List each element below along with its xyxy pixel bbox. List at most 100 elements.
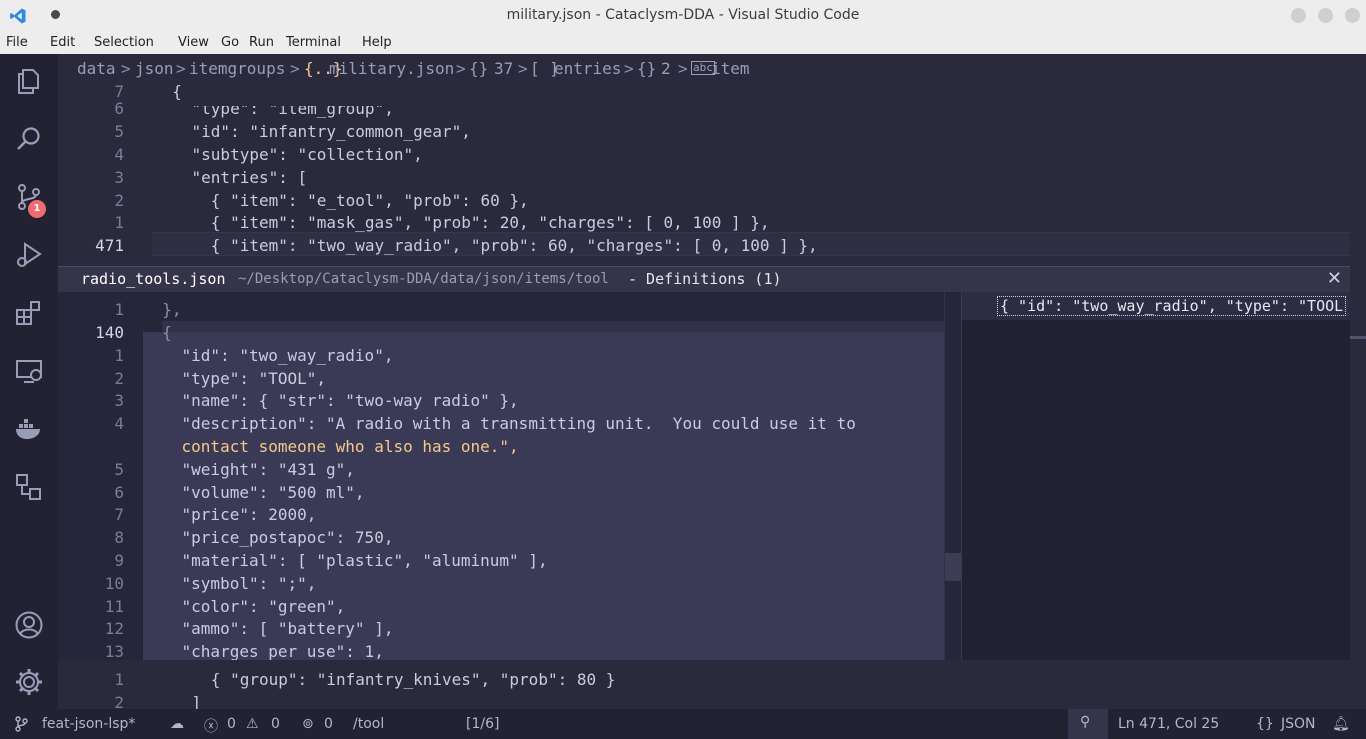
code-line: "symbol": ";", — [143, 574, 317, 593]
peek-editor[interactable]: 1 140 1 2 3 4 5 6 7 8 9 10 11 12 13 }, {… — [58, 292, 944, 660]
chevron-right-icon: > — [624, 59, 634, 78]
reference-text: { "id": "two_way_radio", "type": "TOOL — [997, 296, 1347, 316]
remote-explorer-icon[interactable] — [14, 356, 44, 386]
activity-bar: 1 — [0, 54, 58, 709]
menu-view[interactable]: View — [178, 35, 209, 50]
peek-scrollbar[interactable] — [944, 292, 961, 660]
line-number: 11 — [104, 597, 124, 616]
object-icon: {} — [637, 59, 657, 78]
peek-file-name[interactable]: radio_tools.json — [81, 270, 226, 288]
ports-count[interactable]: 0 — [324, 716, 333, 732]
line-number: 9 — [114, 551, 124, 570]
code-line: { "item": "mask_gas", "prob": 20, "charg… — [153, 213, 770, 232]
breadcrumb-entries[interactable]: entries — [554, 59, 621, 78]
menu-help[interactable]: Help — [362, 35, 392, 50]
peek-label: - Definitions (1) — [628, 270, 782, 288]
code-line: "id": "infantry_common_gear", — [153, 122, 471, 141]
breadcrumb-data[interactable]: data — [77, 59, 116, 78]
breadcrumb-json[interactable]: json — [135, 59, 174, 78]
code-line: "type": "TOOL", — [143, 369, 327, 388]
chevron-right-icon: > — [678, 59, 688, 78]
title-bar: military.json - Cataclysm-DDA - Visual S… — [0, 0, 1366, 32]
chevron-right-icon: > — [121, 59, 131, 78]
menu-bar: File Edit Selection View Go Run Terminal… — [0, 32, 1366, 54]
account-icon[interactable] — [14, 610, 44, 640]
code-line: "price": 2000, — [143, 505, 317, 524]
code-line: "type": "item_group", — [153, 99, 394, 118]
git-branch-label[interactable]: feat-json-lsp* — [42, 716, 135, 732]
breadcrumb: data > json > itemgroups > {..} military… — [58, 54, 1366, 82]
menu-run[interactable]: Run — [249, 35, 274, 50]
explorer-icon[interactable] — [14, 66, 44, 96]
docker-icon[interactable] — [14, 414, 44, 444]
line-number: 5 — [114, 122, 124, 141]
breadcrumb-file[interactable]: military.json — [329, 59, 454, 78]
menu-file[interactable]: File — [6, 35, 28, 50]
line-number: 6 — [114, 483, 124, 502]
line-number: 1 — [114, 300, 124, 319]
line-number: 5 — [114, 460, 124, 479]
reference-item[interactable]: { "id": "two_way_radio", "type": "TOOL — [962, 292, 1350, 320]
json-outline-icon[interactable] — [14, 472, 44, 502]
code-line: contact someone who also has one.", — [143, 437, 519, 456]
source-control-badge: 1 — [28, 200, 46, 218]
maximize-button[interactable] — [1318, 8, 1333, 23]
breadcrumb-index[interactable]: 37 — [494, 59, 513, 78]
minimize-button[interactable] — [1291, 8, 1306, 23]
warning-icon: ⚠ — [246, 716, 259, 732]
zoom-icon: ⚲ — [1080, 714, 1091, 730]
error-count[interactable]: 0 — [227, 716, 236, 732]
settings-gear-icon[interactable] — [14, 667, 44, 697]
extensions-icon[interactable] — [14, 298, 44, 328]
chevron-right-icon: > — [518, 59, 528, 78]
code-line: "id": "two_way_radio", — [143, 346, 394, 365]
search-icon[interactable] — [14, 124, 44, 154]
line-number: 1 — [114, 213, 124, 232]
breadcrumb-itemgroups[interactable]: itemgroups — [189, 59, 285, 78]
notifications-bell-icon[interactable]: 🔔︎ — [1332, 716, 1350, 732]
sync-icon[interactable]: ☁ — [170, 716, 184, 732]
overview-ruler — [1350, 266, 1366, 660]
status-path[interactable]: /tool — [353, 716, 384, 732]
line-number: 2 — [114, 369, 124, 388]
close-window-button[interactable] — [1345, 8, 1360, 23]
peek-definition-header: radio_tools.json ~/Desktop/Cataclysm-DDA… — [58, 266, 1350, 292]
line-number: 1 — [114, 346, 124, 365]
breadcrumb-item[interactable]: item — [711, 59, 750, 78]
object-icon: {} — [469, 59, 489, 78]
code-line: { — [153, 82, 182, 101]
warning-count[interactable]: 0 — [271, 716, 280, 732]
code-line: "material": [ "plastic", "aluminum" ], — [143, 551, 548, 570]
error-icon: ⓧ — [204, 719, 218, 735]
peek-file-path: ~/Desktop/Cataclysm-DDA/data/json/items/… — [238, 271, 609, 287]
menu-go[interactable]: Go — [221, 35, 239, 50]
code-line: "weight": "431 g", — [143, 460, 355, 479]
cursor-position[interactable]: Ln 471, Col 25 — [1118, 716, 1219, 732]
selection-highlight — [162, 321, 944, 332]
run-debug-icon[interactable] — [14, 240, 44, 270]
zoom-button[interactable]: ⚲ — [1068, 709, 1108, 739]
language-mode[interactable]: JSON — [1281, 716, 1316, 732]
close-icon[interactable]: ✕ — [1327, 268, 1342, 289]
line-number: 6 — [114, 99, 124, 118]
code-line: { — [143, 323, 172, 342]
code-line: "subtype": "collection", — [153, 145, 423, 164]
json-braces-icon: {} — [1256, 716, 1274, 732]
menu-selection[interactable]: Selection — [94, 35, 154, 50]
line-number: 471 — [95, 236, 124, 255]
line-number: 7 — [114, 505, 124, 524]
line-number: 10 — [104, 574, 124, 593]
breadcrumb-entry-index[interactable]: 2 — [661, 59, 671, 78]
chevron-right-icon: > — [176, 59, 186, 78]
peek-scrollbar-thumb[interactable] — [945, 553, 961, 581]
code-line: { "item": "e_tool", "prob": 60 }, — [153, 191, 529, 210]
menu-edit[interactable]: Edit — [50, 35, 75, 50]
code-line: "description": "A radio with a transmitt… — [143, 414, 856, 433]
line-number: 3 — [114, 391, 124, 410]
line-number: 4 — [114, 145, 124, 164]
code-line: { "item": "two_way_radio", "prob": 60, "… — [153, 236, 818, 255]
match-count[interactable]: [1/6] — [466, 716, 499, 732]
chevron-right-icon: > — [290, 59, 300, 78]
ports-icon: ⊚ — [302, 716, 314, 732]
menu-terminal[interactable]: Terminal — [286, 35, 341, 50]
